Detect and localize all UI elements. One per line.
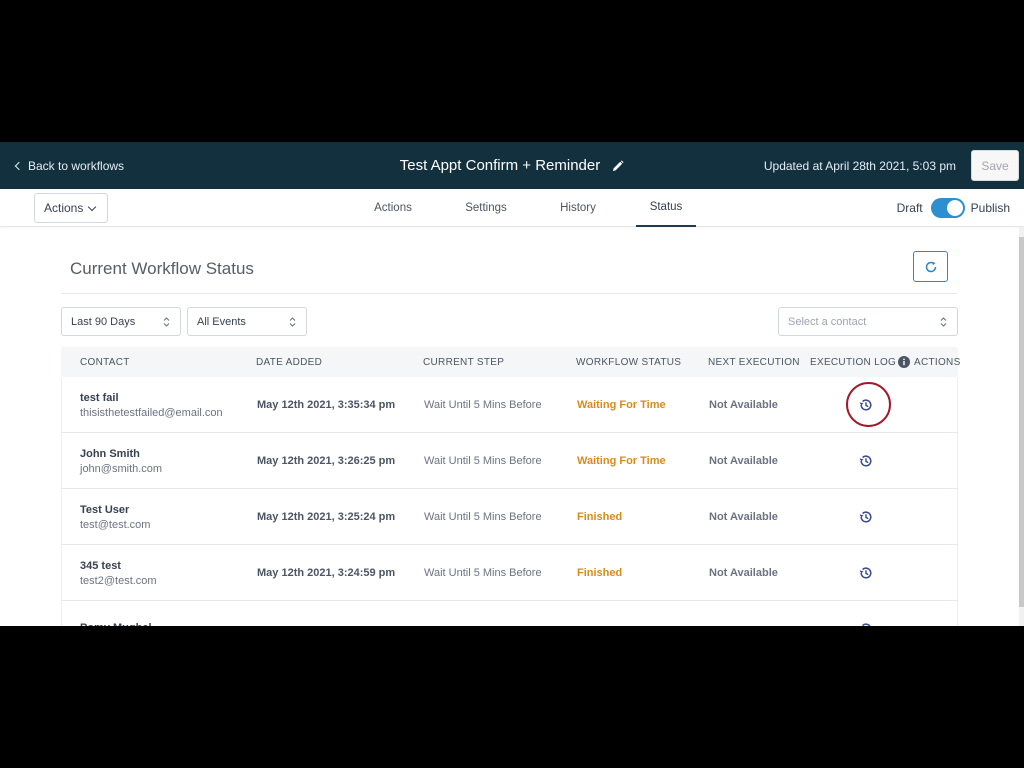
col-next-execution: NEXT EXECUTION — [708, 356, 800, 368]
contact-email: test2@test.com — [80, 574, 157, 587]
workflow-status-cell: Finished — [577, 511, 623, 523]
events-value: All Events — [197, 315, 246, 328]
section-title: Current Workflow Status — [70, 259, 254, 278]
up-down-arrows-icon — [940, 317, 947, 327]
up-down-arrows-icon — [163, 317, 170, 327]
save-button[interactable]: Save — [971, 150, 1019, 181]
publish-toggle-group: Draft Publish — [897, 189, 1010, 227]
workflow-status-cell: Waiting For Time — [577, 455, 666, 467]
execution-log-history-icon[interactable] — [857, 508, 875, 526]
workflow-status-app: Back to workflows Test Appt Confirm + Re… — [0, 142, 1024, 626]
tab-settings[interactable]: Settings — [462, 189, 510, 227]
execution-log-history-icon[interactable] — [857, 452, 875, 470]
next-execution-cell: Not Available — [709, 399, 778, 411]
updated-timestamp: Updated at April 28th 2021, 5:03 pm — [763, 158, 956, 173]
refresh-button[interactable] — [913, 251, 948, 282]
table-header: CONTACT DATE ADDED CURRENT STEP WORKFLOW… — [61, 347, 961, 377]
contact-cell[interactable]: Pomy Mughal — [80, 601, 152, 627]
col-workflow-status: WORKFLOW STATUS — [576, 356, 682, 368]
next-execution-cell: Not Available — [709, 567, 778, 579]
col-current-step: CURRENT STEP — [423, 356, 505, 368]
current-step-cell: Wait Until 5 Mins Before — [424, 399, 542, 411]
date-added-cell: May 12th 2021, 3:35:34 pm — [257, 399, 396, 411]
date-added-cell: May 12th 2021, 3:26:25 pm — [257, 455, 396, 467]
pencil-edit-icon[interactable] — [612, 159, 624, 172]
date-range-value: Last 90 Days — [71, 315, 136, 328]
col-actions-label: ACTIONS — [914, 356, 961, 368]
chevron-left-icon — [14, 161, 24, 170]
col-execution-log: EXECUTION LOG — [810, 356, 897, 368]
date-range-select[interactable]: Last 90 Days — [61, 307, 181, 336]
events-select[interactable]: All Events — [187, 307, 307, 336]
date-added-cell: May 12th 2021, 3:25:24 pm — [257, 511, 396, 523]
contact-name[interactable]: 345 test — [80, 560, 157, 572]
click-highlight-ring — [846, 382, 891, 427]
contact-email: thisisthetestfailed@email.con — [80, 406, 223, 419]
contact-name[interactable]: Test User — [80, 504, 150, 516]
table-row[interactable]: test fail thisisthetestfailed@email.con Ma… — [61, 377, 958, 433]
table-row[interactable]: 345 test test2@test.com May 12th 2021, 3:2… — [61, 545, 958, 601]
contact-email: test@test.com — [80, 518, 151, 531]
table-row[interactable]: Test User test@test.com May 12th 2021, 3:2… — [61, 489, 958, 545]
contact-email: john@smith.com — [80, 462, 163, 475]
table-body: test fail thisisthetestfailed@email.con Ma… — [61, 377, 958, 626]
workflow-status-cell: Finished — [577, 567, 623, 579]
table-row[interactable]: John Smith john@smith.com May 12th 2021, 3… — [61, 433, 958, 489]
chevron-down-icon — [87, 202, 97, 212]
top-header: Back to workflows Test Appt Confirm + Re… — [0, 142, 1024, 189]
execution-log-history-icon[interactable] — [857, 564, 875, 582]
contact-select[interactable]: Select a contact — [778, 307, 958, 336]
info-icon[interactable] — [898, 356, 910, 368]
publish-toggle[interactable] — [930, 198, 965, 218]
toggle-knob — [946, 200, 963, 216]
contact-cell[interactable]: Test User test@test.com — [80, 489, 150, 545]
current-step-cell: Wait Until 5 Mins Before — [424, 455, 542, 467]
divider — [61, 293, 957, 294]
contact-name[interactable]: John Smith — [80, 448, 162, 460]
tab-status[interactable]: Status — [636, 189, 696, 227]
draft-label: Draft — [896, 201, 923, 215]
contact-cell[interactable]: 345 test test2@test.com — [80, 545, 157, 601]
workflow-title: Test Appt Confirm + Reminder — [399, 157, 601, 174]
tab-list: Actions Settings History Status — [0, 189, 1024, 227]
col-contact: CONTACT — [80, 356, 130, 368]
current-step-cell: Wait Until 5 Mins Before — [424, 511, 542, 523]
workflow-status-cell: Waiting For Time — [577, 399, 666, 411]
scrollbar-thumb[interactable] — [1019, 237, 1024, 607]
tab-actions[interactable]: Actions — [372, 189, 414, 227]
publish-label: Publish — [970, 201, 1010, 215]
back-to-workflows-link[interactable]: Back to workflows — [14, 142, 125, 189]
current-step-cell: Wait Until 5 Mins Before — [424, 567, 542, 579]
tab-history[interactable]: History — [557, 189, 599, 227]
col-actions: ACTIONS — [898, 347, 961, 377]
contact-select-placeholder: Select a contact — [788, 315, 867, 328]
contact-cell[interactable]: test fail thisisthetestfailed@email.con — [80, 377, 223, 433]
col-date-added: DATE ADDED — [256, 356, 323, 368]
actions-dropdown-label: Actions — [44, 201, 84, 215]
refresh-icon — [925, 261, 936, 272]
date-added-cell: May 12th 2021, 3:24:59 pm — [257, 567, 396, 579]
execution-log-history-icon[interactable] — [857, 620, 875, 626]
scrollbar[interactable] — [1019, 227, 1024, 626]
tab-bar: Actions Settings History Status Actions … — [0, 189, 1024, 227]
up-down-arrows-icon — [289, 317, 296, 327]
workflow-status-table: CONTACT DATE ADDED CURRENT STEP WORKFLOW… — [61, 347, 961, 626]
back-link-label: Back to workflows — [28, 158, 125, 173]
actions-dropdown[interactable]: Actions — [34, 193, 108, 223]
contact-name[interactable]: Pomy Mughal — [80, 622, 152, 627]
next-execution-cell: Not Available — [709, 455, 778, 467]
contact-cell[interactable]: John Smith john@smith.com — [80, 433, 162, 489]
contact-name[interactable]: test fail — [80, 392, 223, 404]
next-execution-cell: Not Available — [709, 511, 778, 523]
main-content: Current Workflow Status Last 90 Days All… — [0, 227, 1024, 626]
table-row[interactable]: Pomy Mughal — [61, 601, 958, 626]
